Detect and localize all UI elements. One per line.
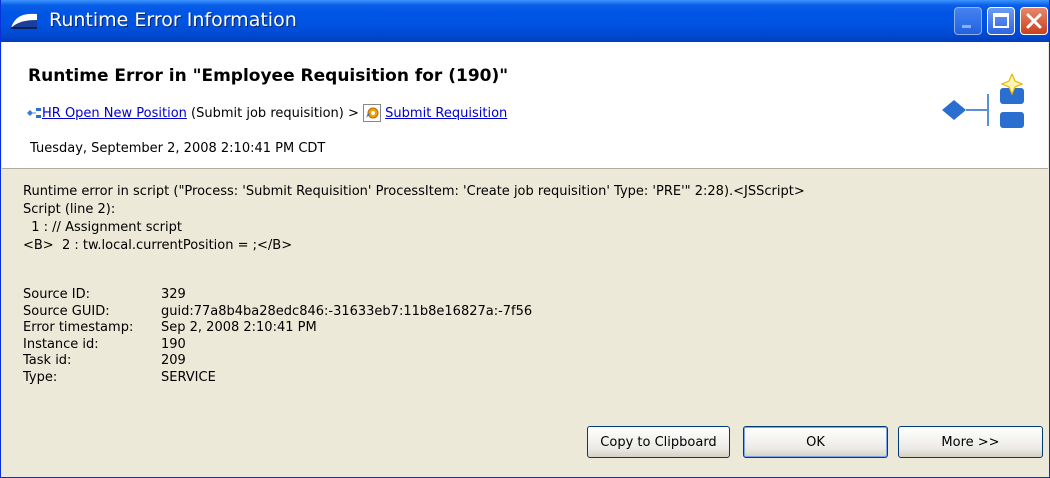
minimize-icon: [962, 25, 971, 28]
detail-value: 209: [161, 353, 186, 369]
maximize-icon: [993, 13, 1009, 28]
process-diagram-banner-icon: [942, 74, 1024, 128]
error-line: <B> 2 : tw.local.currentPosition = ;</B>: [23, 238, 293, 253]
process-link[interactable]: HR Open New Position: [42, 106, 187, 121]
copy-to-clipboard-button[interactable]: Copy to Clipboard: [587, 426, 730, 458]
detail-row: Source GUID: guid:77a8b4ba28edc846:-3163…: [23, 304, 532, 321]
ok-button[interactable]: OK: [743, 426, 888, 458]
detail-value: Sep 2, 2008 2:10:41 PM: [161, 320, 317, 336]
detail-label: Source GUID:: [23, 303, 110, 319]
process-flow-icon: [27, 108, 41, 118]
detail-label: Task id:: [23, 353, 72, 369]
detail-value: 329: [161, 287, 186, 302]
runtime-error-dialog: Runtime Error Information Runtime Error …: [0, 0, 1050, 478]
error-line: 1 : // Assignment script: [23, 220, 182, 235]
error-details: Source ID: 329 Source GUID: guid:77a8b4b…: [23, 287, 532, 387]
error-line: Runtime error in script ("Process: 'Subm…: [23, 184, 805, 199]
minimize-button[interactable]: [954, 7, 982, 35]
window-title: Runtime Error Information: [49, 9, 297, 31]
more-button[interactable]: More >>: [898, 426, 1043, 458]
error-message: Runtime error in script ("Process: 'Subm…: [23, 183, 805, 255]
title-bar[interactable]: Runtime Error Information: [1, 0, 1049, 42]
error-line: Script (line 2):: [23, 202, 116, 217]
close-button[interactable]: [1020, 7, 1048, 35]
detail-row: Type: SERVICE: [23, 370, 532, 387]
detail-label: Source ID:: [23, 287, 91, 302]
detail-value: SERVICE: [161, 369, 216, 385]
detail-row: Task id: 209: [23, 353, 532, 370]
detail-label: Type:: [23, 369, 58, 385]
error-timestamp: Tuesday, September 2, 2008 2:10:41 PM CD…: [30, 141, 326, 156]
process-context: (Submit job requisition): [191, 105, 344, 121]
app-icon: [11, 13, 37, 29]
step-link[interactable]: Submit Requisition: [385, 106, 507, 121]
breadcrumb: HR Open New Position (Submit job requisi…: [26, 104, 507, 122]
error-heading: Runtime Error in "Employee Requisition f…: [28, 66, 509, 86]
maximize-button[interactable]: [987, 7, 1015, 35]
breadcrumb-separator: >: [347, 105, 359, 121]
service-gear-icon: [363, 104, 382, 122]
detail-row: Error timestamp: Sep 2, 2008 2:10:41 PM: [23, 320, 532, 337]
detail-label: Error timestamp:: [23, 320, 134, 336]
detail-label: Instance id:: [23, 336, 99, 352]
detail-row: Instance id: 190: [23, 337, 532, 354]
detail-value: guid:77a8b4ba28edc846:-31633eb7:11b8e168…: [161, 303, 533, 319]
detail-row: Source ID: 329: [23, 287, 532, 304]
dialog-header: Runtime Error in "Employee Requisition f…: [2, 42, 1048, 169]
close-icon: [1026, 13, 1042, 29]
detail-value: 190: [161, 336, 186, 352]
